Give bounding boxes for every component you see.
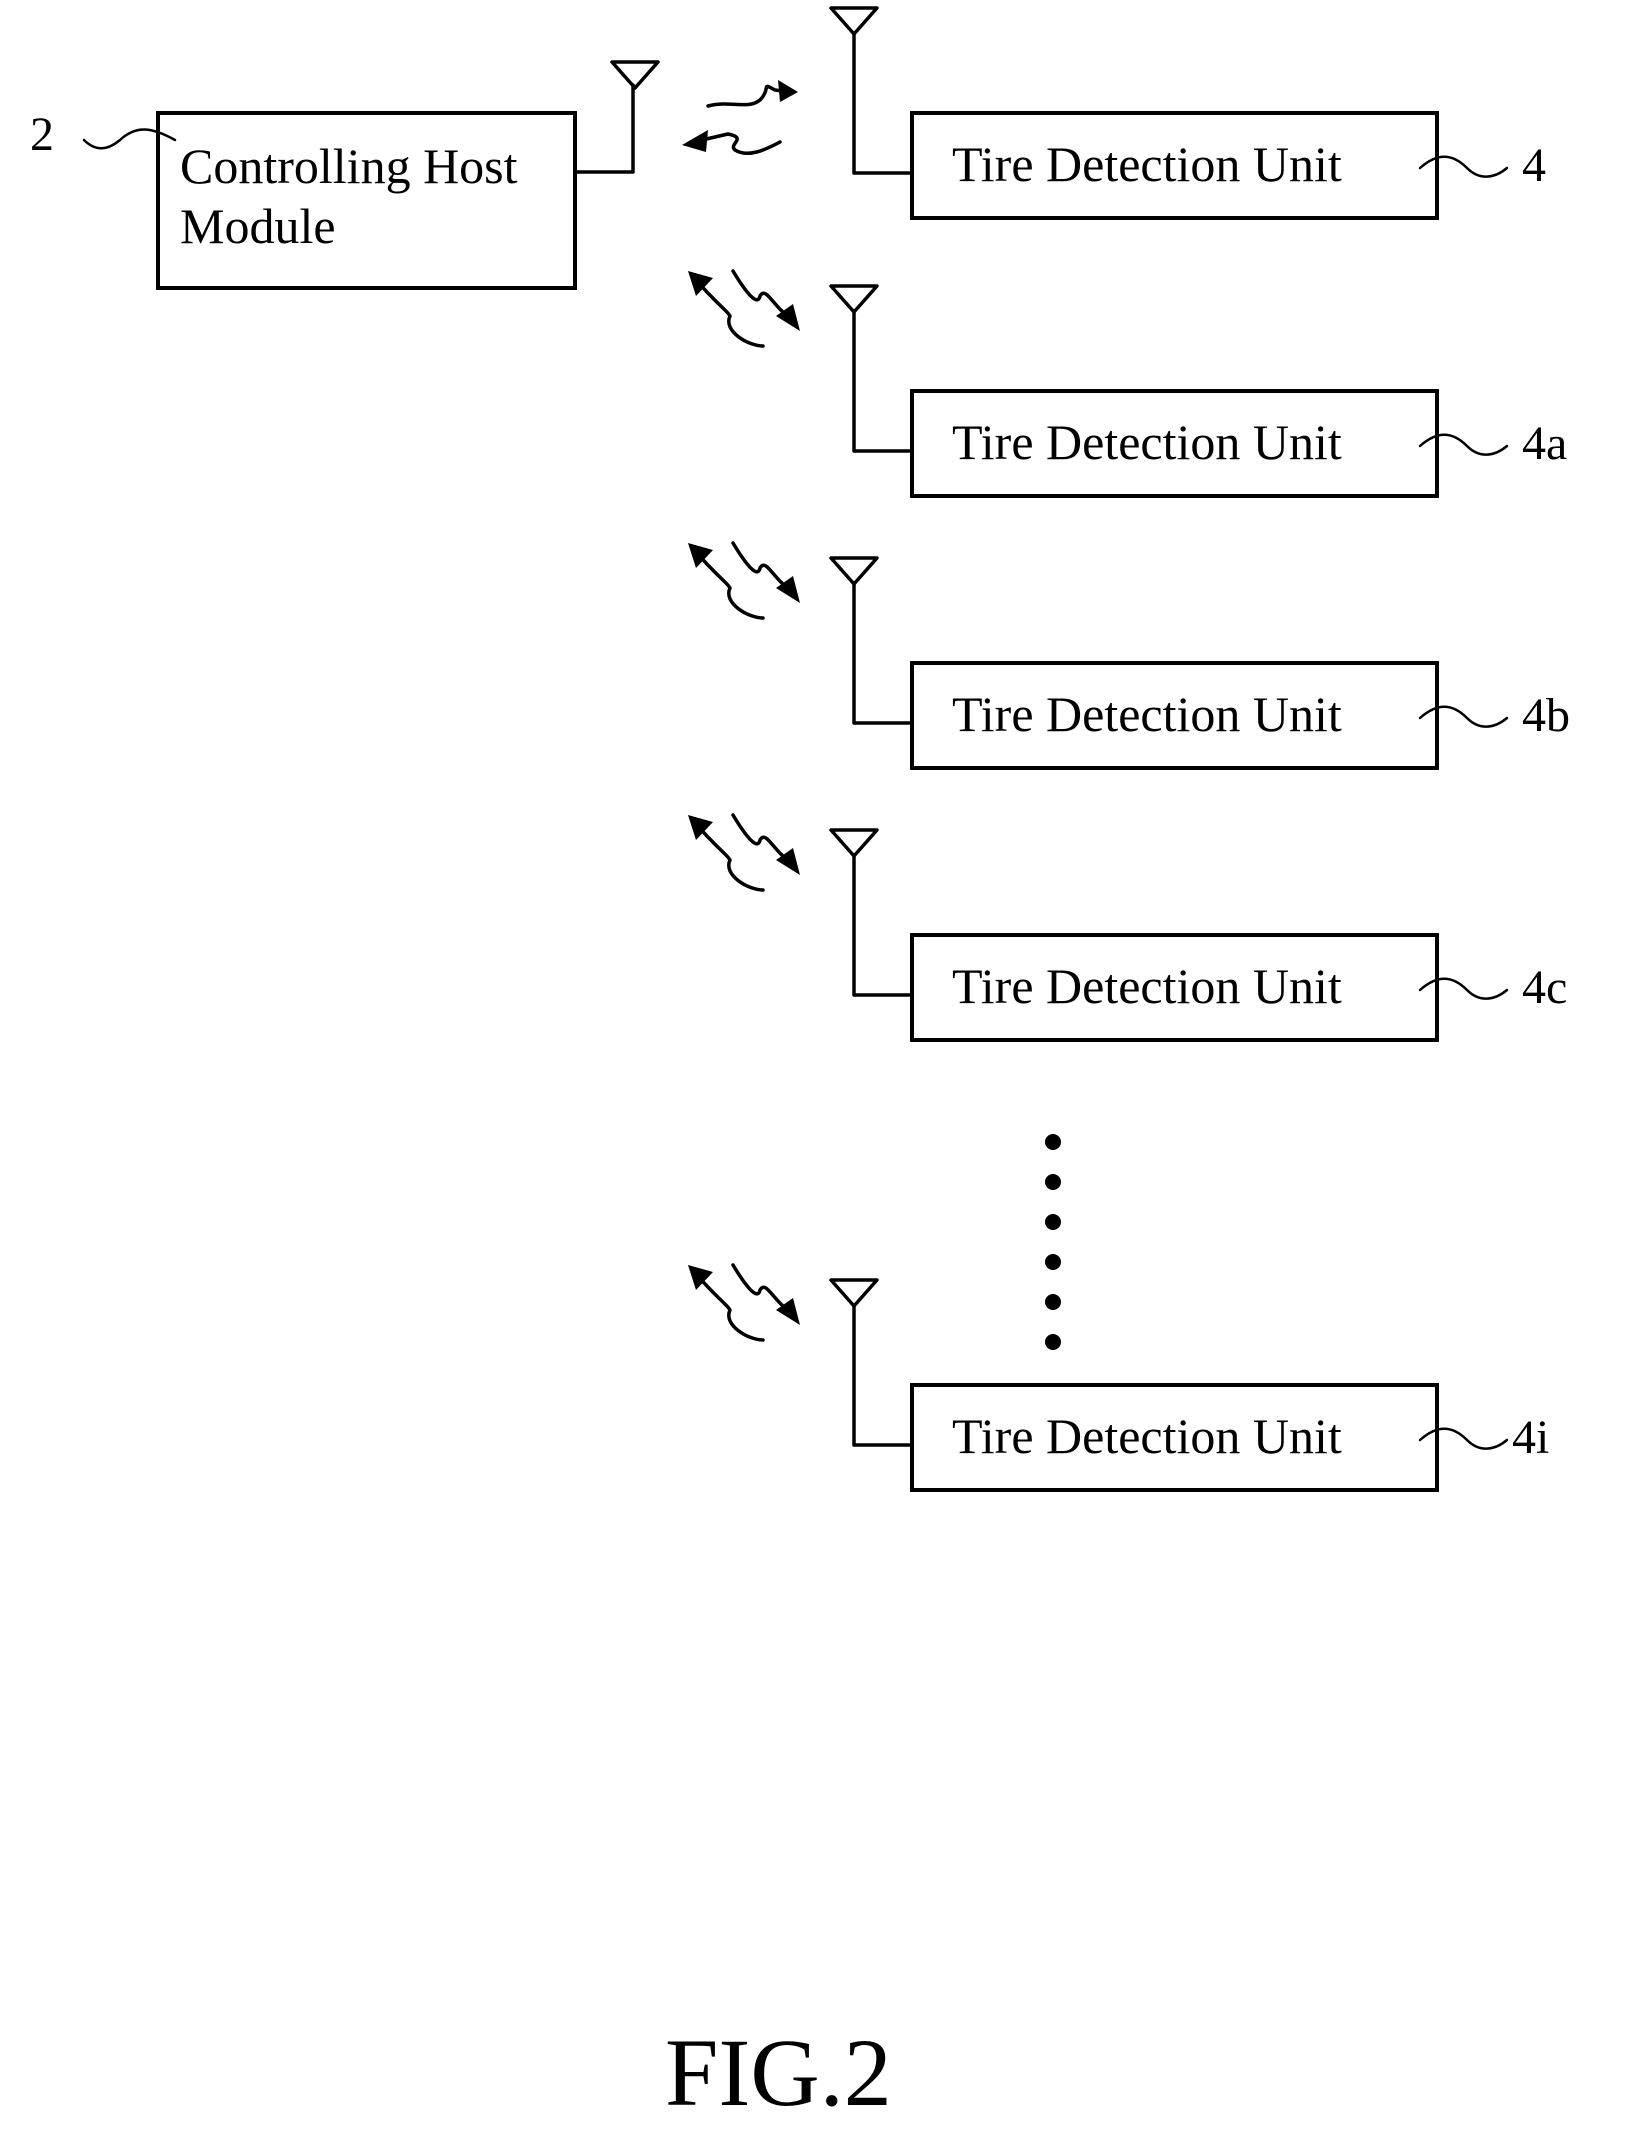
arrow-head-in [682, 130, 708, 152]
tire-detection-unit-label: Tire Detection Unit [952, 414, 1342, 470]
tire-detection-unit-label: Tire Detection Unit [952, 958, 1342, 1014]
unit-antenna-feed [852, 1304, 914, 1447]
unit-antenna-feed [852, 582, 914, 725]
tire-detection-unit-ref: 4i [1512, 1411, 1549, 1464]
diagram-canvas: Controlling Host Module 2 Tire Detection… [30, 6, 1570, 2126]
tire-detection-unit-ref: 4b [1522, 689, 1570, 742]
ellipsis-dot [1045, 1134, 1061, 1150]
tire-detection-unit-ref: 4 [1522, 139, 1546, 192]
host-module-label-line2: Module [180, 198, 336, 254]
wireless-signal-icon [731, 1263, 790, 1312]
ellipsis-dot [1045, 1334, 1061, 1350]
ellipsis-dot [1045, 1214, 1061, 1230]
unit-antenna-icon [829, 284, 879, 314]
arrow-head-out [778, 80, 798, 102]
tire-detection-unit-ref: 4a [1522, 417, 1567, 470]
wireless-signal-icon [731, 813, 790, 862]
tire-detection-unit: Tire Detection Unit 4 [829, 6, 1546, 220]
ellipsis-dot [1045, 1174, 1061, 1190]
host-module-ref: 2 [30, 108, 54, 161]
tire-detection-unit: Tire Detection Unit 4i [688, 1263, 1549, 1492]
unit-antenna-feed [852, 854, 914, 997]
tire-detection-unit: Tire Detection Unit 4b [688, 541, 1570, 770]
tire-detection-unit-label: Tire Detection Unit [952, 686, 1342, 742]
wireless-signal-icon [731, 541, 790, 590]
figure-caption: FIG.2 [665, 2019, 892, 2126]
ellipsis-dot [1045, 1254, 1061, 1270]
ellipsis-more-units [1045, 1134, 1061, 1350]
host-antenna-feed [573, 83, 635, 174]
unit-antenna-feed [852, 310, 914, 453]
unit-antenna-icon [829, 6, 879, 36]
tire-detection-unit: Tire Detection Unit 4c [688, 813, 1567, 1042]
host-module-label-line1: Controlling Host [180, 138, 518, 194]
wireless-signal-icon [731, 269, 790, 318]
host-antenna-icon [610, 60, 660, 90]
unit-antenna-icon [829, 556, 879, 586]
tire-detection-unit-ref: 4c [1522, 961, 1567, 1014]
unit-antenna-icon [829, 828, 879, 858]
wireless-signal-in-icon [700, 132, 782, 155]
tire-detection-unit-label: Tire Detection Unit [952, 1408, 1342, 1464]
tire-detection-unit: Tire Detection Unit 4a [688, 269, 1567, 498]
ellipsis-dot [1045, 1294, 1061, 1310]
unit-antenna-feed [852, 32, 914, 175]
host-module: Controlling Host Module 2 [30, 60, 798, 290]
unit-antenna-icon [829, 1278, 879, 1308]
tire-detection-unit-label: Tire Detection Unit [952, 136, 1342, 192]
wireless-signal-out-icon [706, 84, 792, 108]
